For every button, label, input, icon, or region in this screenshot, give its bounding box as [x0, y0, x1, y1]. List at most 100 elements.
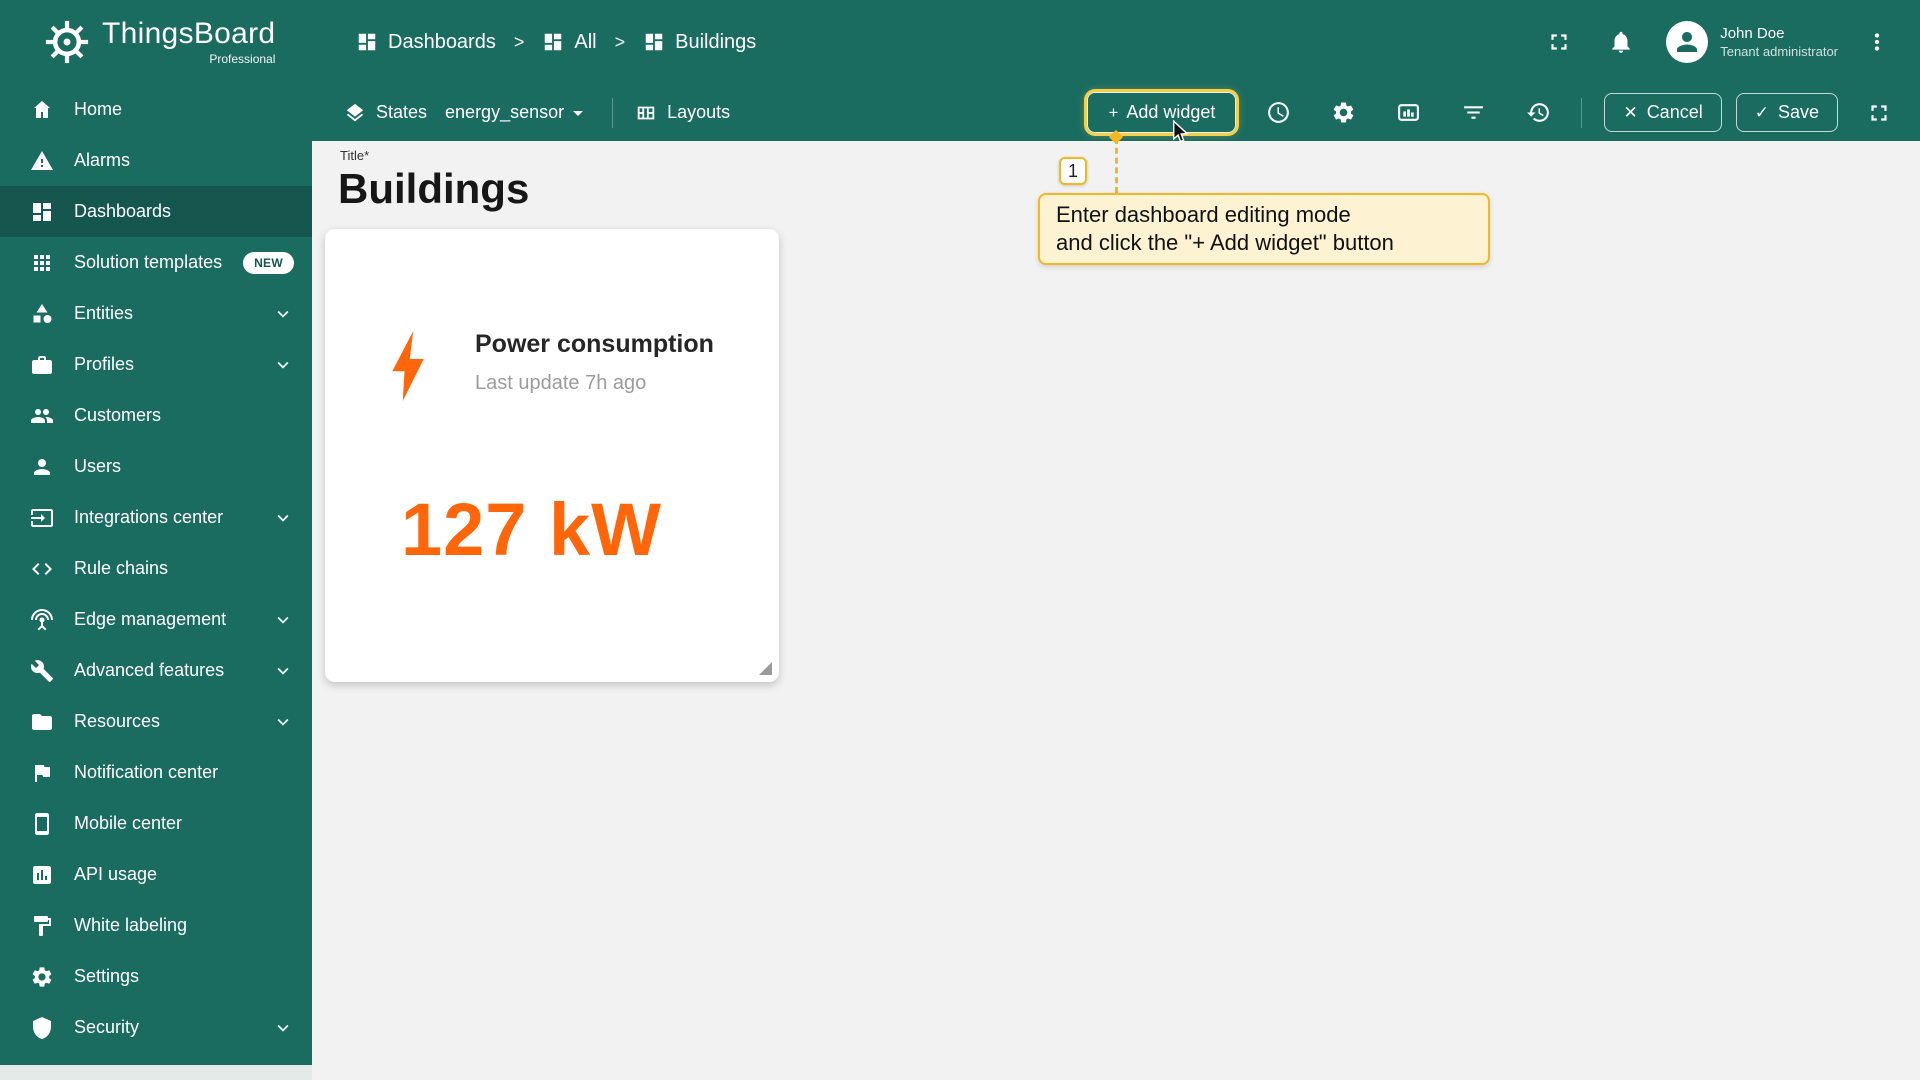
plus-icon: + [1108, 102, 1119, 122]
brand-name: ThingsBoard [102, 17, 276, 51]
save-button[interactable]: ✓ Save [1735, 93, 1838, 132]
time-window-button[interactable] [1266, 100, 1291, 125]
breadcrumb-buildings[interactable]: Buildings [643, 31, 756, 54]
more-vert-icon [1864, 29, 1890, 55]
dashboard-icon [643, 31, 665, 53]
page-title[interactable]: Buildings [338, 165, 529, 213]
sidebar-item-security[interactable]: Security [0, 1002, 312, 1053]
widget-value: 127 kW [401, 488, 663, 571]
sidebar-item-users[interactable]: Users [0, 441, 312, 492]
sidebar-item-label: Users [74, 456, 122, 476]
category-icon [30, 302, 54, 326]
sidebar-item-resources[interactable]: Resources [0, 696, 312, 747]
sidebar-nav: Home Alarms Dashboards Solution templates NE… [0, 84, 312, 1053]
breadcrumb-label: Dashboards [388, 30, 496, 53]
sidebar-item-mobile-center[interactable]: Mobile center [0, 798, 312, 849]
sidebar-item-label: Advanced features [74, 660, 225, 680]
layouts-button[interactable]: Layouts [635, 102, 730, 124]
sidebar-item-home[interactable]: Home [0, 84, 312, 135]
sidebar-item-alarms[interactable]: Alarms [0, 135, 312, 186]
chevron-down-icon [272, 609, 294, 631]
sidebar-item-solution-templates[interactable]: Solution templates NEW [0, 237, 312, 288]
breadcrumb-dashboards[interactable]: Dashboards [356, 31, 496, 54]
breadcrumb-separator: > [513, 31, 525, 52]
power-consumption-widget[interactable]: Power consumption Last update 7h ago 127… [325, 229, 779, 682]
filter-button[interactable] [1461, 100, 1486, 125]
thingsboard-app: ThingsBoard Professional Dashboards > Al… [0, 0, 1920, 1080]
briefcase-icon [30, 353, 54, 377]
add-widget-button[interactable]: + Add widget [1087, 92, 1237, 133]
sidebar-item-settings[interactable]: Settings [0, 951, 312, 1002]
breadcrumb-all[interactable]: All [542, 30, 597, 54]
user-avatar[interactable] [1666, 21, 1709, 63]
sidebar-item-label: Edge management [74, 609, 227, 629]
thingsboard-logo[interactable]: ThingsBoard Professional [0, 18, 312, 66]
cancel-button[interactable]: ✕ Cancel [1604, 93, 1722, 132]
chevron-down-icon [272, 303, 294, 325]
sidebar-item-label: Alarms [74, 150, 131, 170]
warning-icon [30, 149, 54, 173]
lightning-bolt-icon [387, 328, 429, 404]
new-badge: NEW [243, 251, 294, 274]
wrench-icon [30, 659, 54, 683]
sidebar: Home Alarms Dashboards Solution templates NE… [0, 84, 312, 1080]
cancel-label: Cancel [1646, 102, 1703, 122]
dashboard-settings-button[interactable] [1331, 100, 1356, 125]
sidebar-item-api-usage[interactable]: API usage [0, 849, 312, 900]
sidebar-item-label: Dashboards [74, 201, 172, 221]
top-header: ThingsBoard Professional Dashboards > Al… [0, 0, 1920, 84]
sidebar-item-customers[interactable]: Customers [0, 390, 312, 441]
more-menu-button[interactable] [1864, 29, 1890, 55]
dashboard-icon [30, 200, 54, 224]
state-select-value: energy_sensor [445, 102, 565, 122]
sidebar-item-label: Integrations center [74, 507, 224, 527]
chevron-down-icon [272, 354, 294, 376]
annotation-line-1: Enter dashboard editing mode [1056, 202, 1351, 227]
sidebar-item-dashboards[interactable]: Dashboards [0, 186, 312, 237]
entity-aliases-button[interactable] [1396, 100, 1421, 125]
breadcrumb: Dashboards > All > Buildings [356, 31, 756, 54]
sidebar-item-edge-management[interactable]: Edge management [0, 594, 312, 645]
user-name: John Doe [1720, 25, 1785, 42]
fullscreen-button[interactable] [1546, 29, 1572, 55]
brand-subtitle: Professional [209, 51, 276, 66]
states-control[interactable]: States [344, 102, 427, 124]
chevron-down-icon [272, 1017, 294, 1039]
state-select[interactable]: energy_sensor [445, 101, 590, 125]
toolbar-fullscreen-button[interactable] [1866, 100, 1892, 126]
widget-resize-handle[interactable] [759, 662, 772, 675]
integration-icon [30, 506, 54, 530]
version-history-button[interactable] [1526, 100, 1551, 125]
chart-icon [30, 863, 54, 887]
breadcrumb-label: Buildings [675, 30, 757, 53]
sidebar-item-integrations-center[interactable]: Integrations center [0, 492, 312, 543]
sidebar-item-rule-chains[interactable]: Rule chains [0, 543, 312, 594]
sidebar-item-label: White labeling [74, 915, 188, 935]
dashboard-icon [542, 31, 564, 53]
sidebar-item-white-labeling[interactable]: White labeling [0, 900, 312, 951]
gear-icon [1331, 100, 1356, 125]
save-label: Save [1777, 102, 1819, 122]
gear-icon [30, 965, 54, 989]
sidebar-item-label: Notification center [74, 762, 219, 782]
sidebar-item-label: Solution templates [74, 252, 223, 272]
sidebar-item-profiles[interactable]: Profiles [0, 339, 312, 390]
filter-icon [1461, 100, 1486, 125]
annotation-line-2: and click the "+ Add widget" button [1056, 230, 1394, 255]
sidebar-item-label: Customers [74, 405, 162, 425]
annotation-connector-line [1115, 138, 1118, 193]
fullscreen-icon [1866, 100, 1892, 126]
notifications-button[interactable] [1608, 29, 1634, 55]
toolbar-right: + Add widget ✕ Cancel ✓ Save [1087, 92, 1892, 133]
sidebar-item-advanced-features[interactable]: Advanced features [0, 645, 312, 696]
sidebar-item-entities[interactable]: Entities [0, 288, 312, 339]
sidebar-item-notification-center[interactable]: Notification center [0, 747, 312, 798]
user-role: Tenant administrator [1720, 44, 1838, 59]
header-actions: John Doe Tenant administrator [1546, 21, 1920, 63]
person-icon [30, 455, 54, 479]
sidebar-item-label: Home [74, 99, 123, 119]
layouts-label: Layouts [667, 102, 731, 122]
sidebar-item-label: Security [74, 1017, 140, 1037]
breadcrumb-label: All [574, 30, 597, 53]
widget-last-update: Last update 7h ago [475, 372, 647, 394]
